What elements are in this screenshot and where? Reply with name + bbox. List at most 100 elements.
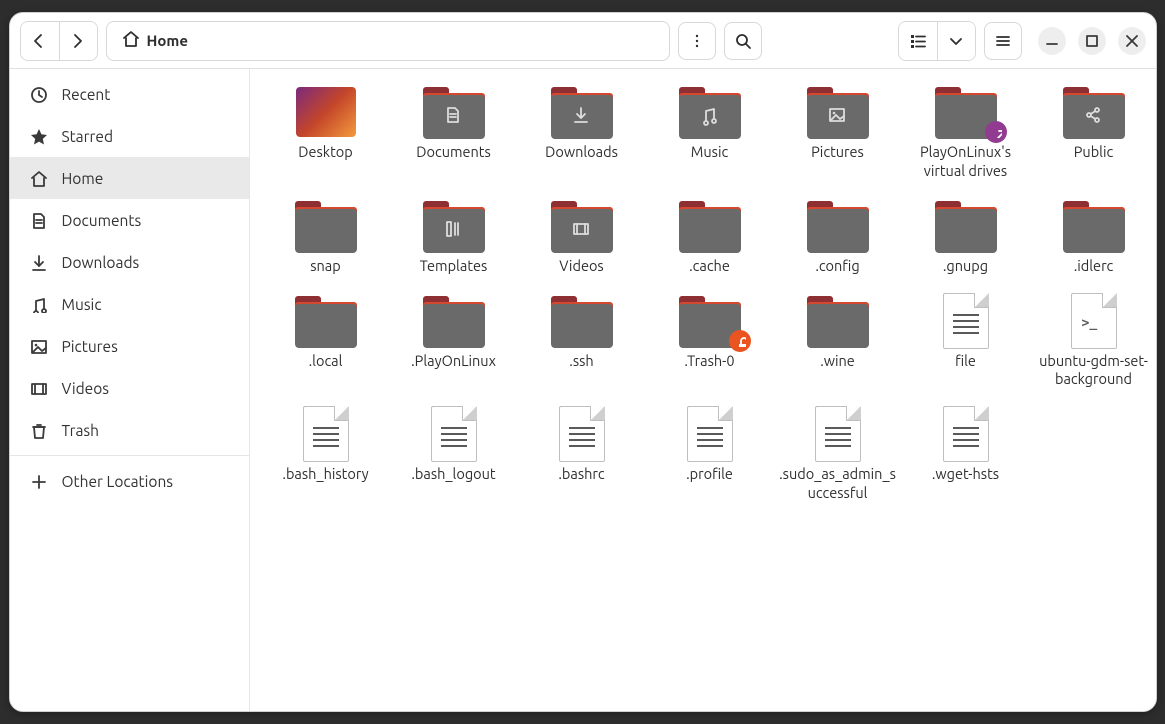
text-item[interactable]: .bash_logout [390,403,518,503]
templates-icon [419,219,489,241]
sidebar-item-label: Videos [62,380,110,397]
picture-icon [803,105,873,127]
item-icon [931,85,1001,139]
item-icon [803,407,873,461]
folder-item[interactable]: .idlerc [1030,195,1156,276]
item-label: .gnupg [943,257,988,276]
text-item[interactable]: .sudo_as_admin_successful [774,403,902,503]
item-icon [675,294,745,348]
home-icon [28,169,48,187]
folder-item[interactable]: .wine [774,290,902,390]
sidebar-item-pictures[interactable]: Pictures [10,325,249,367]
search-button[interactable] [724,22,762,60]
view-options-button[interactable] [937,22,975,60]
item-label: .bashrc [558,465,604,484]
item-label: snap [310,257,341,276]
text-item[interactable]: file [902,290,1030,390]
text-file-icon [431,406,477,462]
item-label: Music [691,143,728,162]
sidebar-item-label: Downloads [62,254,140,271]
item-icon [803,294,873,348]
download-icon [547,105,617,127]
sidebar-item-label: Home [62,170,104,187]
item-icon [931,199,1001,253]
item-icon [803,85,873,139]
item-icon [675,407,745,461]
text-item[interactable]: .profile [646,403,774,503]
path-bar[interactable]: Home [106,21,670,61]
sidebar-separator [10,455,249,456]
plus-icon [28,472,48,490]
home-icon [121,29,141,52]
item-label: .wine [820,352,855,371]
text-item[interactable]: .bashrc [518,403,646,503]
text-file-icon [943,293,989,349]
folder-item[interactable]: .gnupg [902,195,1030,276]
folder-item[interactable]: snap [262,195,390,276]
sidebar-item-starred[interactable]: Starred [10,115,249,157]
item-icon [291,294,361,348]
maximize-button[interactable] [1078,27,1106,55]
script-file-icon: >_ [1071,293,1117,349]
text-item[interactable]: .wget-hsts [902,403,1030,503]
folder-item[interactable]: Downloads [518,81,646,181]
view-menu-button[interactable] [678,22,716,60]
minimize-button[interactable] [1038,27,1066,55]
folder-item[interactable]: Videos [518,195,646,276]
folder-item[interactable]: .local [262,290,390,390]
folder-item[interactable]: Templates [390,195,518,276]
item-label: Templates [420,257,488,276]
sidebar-item-label: Music [62,296,102,313]
video-icon [547,219,617,241]
sidebar-item-other-locations[interactable]: Other Locations [10,460,249,502]
item-icon [803,199,873,253]
text-item[interactable]: .bash_history [262,403,390,503]
item-label: Pictures [811,143,864,162]
sidebar-item-videos[interactable]: Videos [10,367,249,409]
item-label: PlayOnLinux's virtual drives [907,143,1025,181]
text-file-icon [815,406,861,462]
desktop-item[interactable]: Desktop [262,81,390,181]
folder-item[interactable]: PlayOnLinux's virtual drives [902,81,1030,181]
item-icon [419,294,489,348]
back-button[interactable] [21,22,59,60]
script-item[interactable]: >_ ubuntu-gdm-set-background [1030,290,1156,390]
sidebar-item-label: Pictures [62,338,118,355]
folder-item[interactable]: .ssh [518,290,646,390]
path-segment-home[interactable]: Home [115,25,194,56]
list-view-button[interactable] [899,22,937,60]
sidebar-item-label: Starred [62,128,114,145]
folder-item[interactable]: .config [774,195,902,276]
text-file-icon [303,406,349,462]
sidebar-item-downloads[interactable]: Downloads [10,241,249,283]
item-icon [547,199,617,253]
item-icon [291,199,361,253]
folder-item[interactable]: Public [1030,81,1156,181]
forward-button[interactable] [59,22,97,60]
file-manager-window: Home Recent Starred Home Document [9,12,1157,712]
file-view[interactable]: Desktop Documents Downloads Music Pictur… [250,69,1156,711]
item-icon [1059,85,1129,139]
folder-item[interactable]: .Trash-0 [646,290,774,390]
folder-item[interactable]: .PlayOnLinux [390,290,518,390]
music-icon [28,295,48,313]
sidebar-item-documents[interactable]: Documents [10,199,249,241]
folder-item[interactable]: .cache [646,195,774,276]
folder-item[interactable]: Music [646,81,774,181]
close-button[interactable] [1118,27,1146,55]
sidebar-item-label: Trash [62,422,100,439]
sidebar-item-home[interactable]: Home [10,157,249,199]
clock-icon [28,85,48,103]
folder-item[interactable]: Documents [390,81,518,181]
item-icon [675,85,745,139]
folder-item[interactable]: Pictures [774,81,902,181]
sidebar-item-music[interactable]: Music [10,283,249,325]
item-icon [291,407,361,461]
sidebar-item-trash[interactable]: Trash [10,409,249,451]
hamburger-menu-button[interactable] [984,22,1022,60]
window-controls [1038,27,1146,55]
sidebar-item-label: Other Locations [62,473,174,490]
music-icon [675,105,745,127]
sidebar-item-recent[interactable]: Recent [10,73,249,115]
item-icon: >_ [1059,294,1129,348]
